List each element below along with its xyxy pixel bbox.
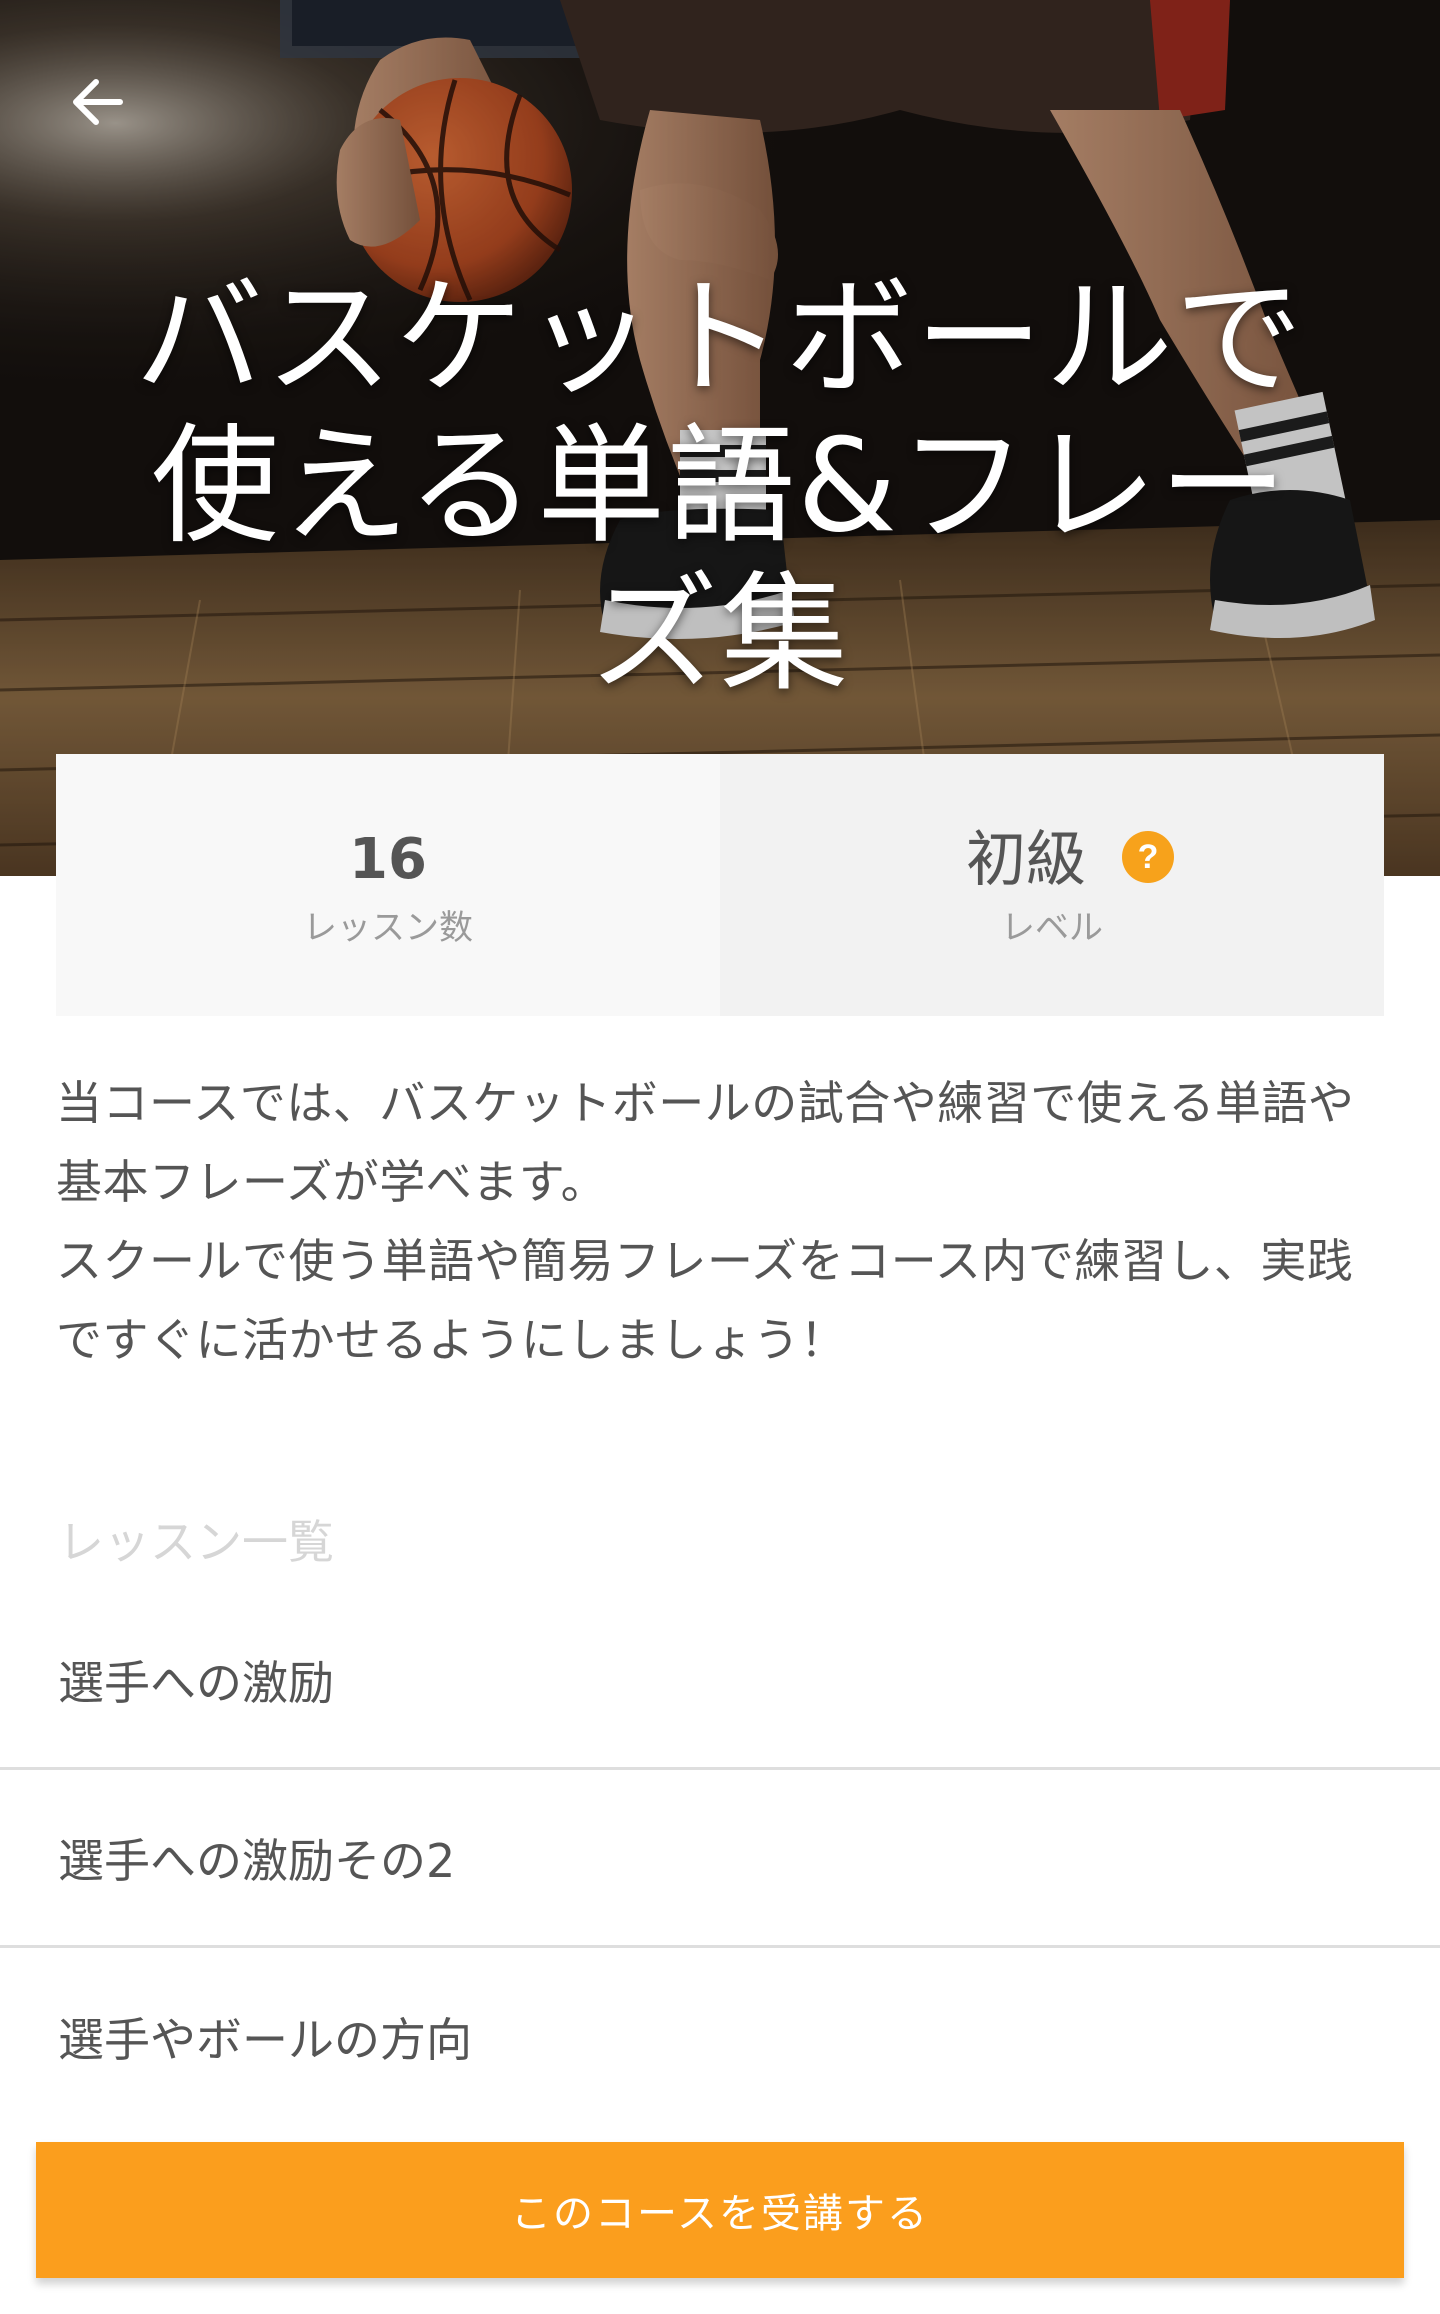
hero-banner: バスケットボールで使える単語&フレーズ集: [0, 0, 1440, 876]
level-label: レベル: [1001, 908, 1103, 948]
level-value: 初級: [966, 825, 1086, 895]
lesson-list: 選手への激励 選手への激励その2 選手やボールの方向: [0, 1592, 1440, 2126]
lesson-list-heading: レッスン一覧: [58, 1515, 334, 1569]
course-title: バスケットボールで使える単語&フレーズ集: [134, 264, 1305, 709]
lesson-count-value: 16: [349, 827, 427, 892]
enroll-course-button[interactable]: このコースを受講する: [36, 2142, 1404, 2278]
course-detail-page: バスケットボールで使える単語&フレーズ集 16 レッスン数 初級 ? レベル 当…: [0, 0, 1440, 2314]
arrow-left-icon: [73, 79, 123, 125]
lesson-item[interactable]: 選手への激励: [0, 1592, 1440, 1770]
course-stats-card: 16 レッスン数 初級 ? レベル: [56, 754, 1384, 1016]
lesson-item[interactable]: 選手やボールの方向: [0, 1948, 1440, 2126]
back-button[interactable]: [54, 58, 142, 146]
course-description: 当コースでは、バスケットボールの試合や練習で使える単語や基本フレーズが学べます。…: [56, 1076, 1355, 1367]
lesson-count-label: レッスン数: [303, 908, 473, 948]
lesson-item[interactable]: 選手への激励その2: [0, 1770, 1440, 1948]
question-mark-icon[interactable]: ?: [1122, 831, 1174, 883]
level-row: 初級 ?: [966, 822, 1174, 892]
level-stat: 初級 ? レベル: [720, 754, 1384, 1016]
lesson-count-stat: 16 レッスン数: [56, 754, 720, 1016]
